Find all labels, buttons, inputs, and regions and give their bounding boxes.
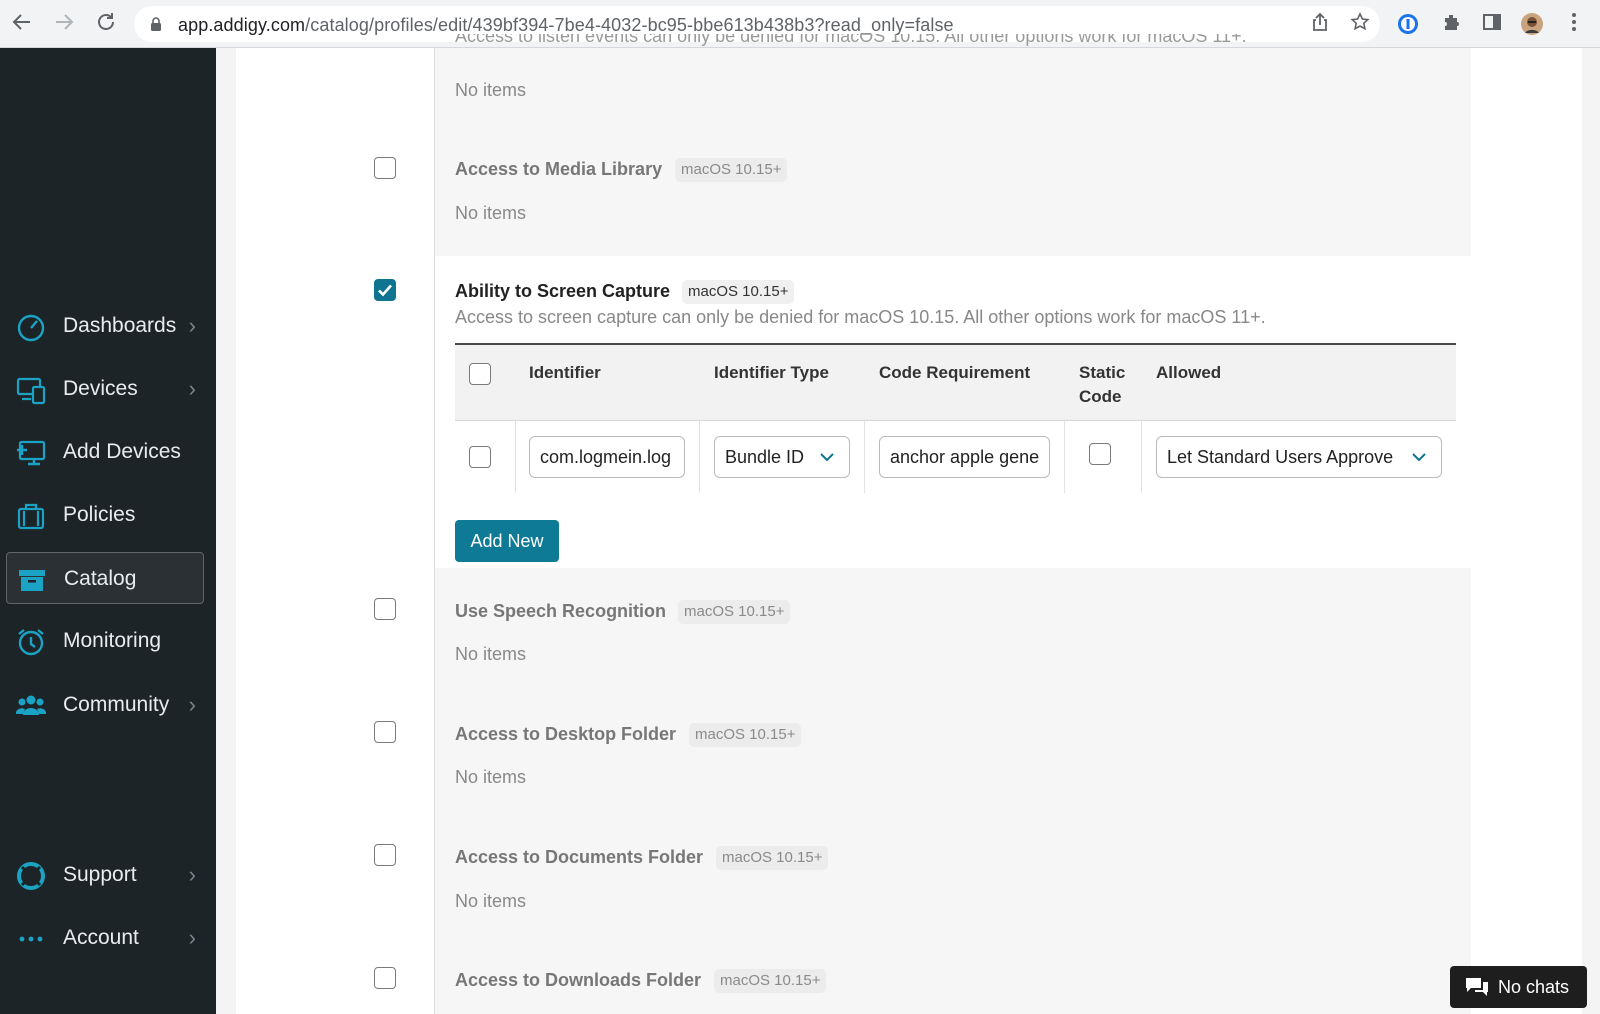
sidebar-item-label: Devices (63, 377, 138, 400)
sidebar-item-label: Add Devices (63, 440, 181, 463)
section-title: Access to Downloads Folder (455, 970, 702, 990)
version-badge: macOS 10.15+ (682, 280, 795, 304)
version-badge: macOS 10.15+ (678, 600, 791, 624)
screen-capture-table: Identifier Identifier Type Code Requirem… (455, 343, 1456, 493)
profile-editor-panel (236, 48, 1582, 1014)
sidebar-item-add-devices[interactable]: Add Devices (6, 426, 204, 478)
lifebuoy-icon (17, 862, 45, 890)
screen-capture-checkbox[interactable] (374, 279, 396, 301)
side-panel-icon[interactable] (1480, 12, 1504, 36)
checkmark-icon (378, 284, 392, 297)
media-library-checkbox[interactable] (374, 157, 396, 179)
column-header[interactable]: Static Code (1079, 361, 1125, 409)
section-title: Access to Media Library (455, 159, 663, 179)
sidebar-item-monitoring[interactable]: Monitoring (6, 615, 204, 667)
sidebar-item-devices[interactable]: Devices › (6, 363, 204, 415)
chevron-right-icon: › (188, 862, 196, 887)
add-new-button[interactable]: Add New (455, 520, 559, 562)
desktop-folder-checkbox[interactable] (374, 721, 396, 743)
chat-widget-button[interactable]: No chats (1450, 966, 1587, 1008)
sidebar-item-label: Account (63, 926, 139, 949)
share-icon[interactable] (1308, 12, 1332, 36)
section-title: Use Speech Recognition (455, 601, 667, 621)
sidebar-item-account[interactable]: Account › (6, 912, 204, 964)
chevron-right-icon: › (188, 313, 196, 338)
divider (434, 48, 435, 1014)
password-manager-icon[interactable] (1396, 12, 1420, 36)
identifier-type-select[interactable]: Bundle ID (714, 436, 850, 478)
lock-icon (151, 17, 161, 31)
version-badge: macOS 10.15+ (675, 158, 788, 182)
no-items-text: No items (455, 203, 527, 223)
add-device-icon (17, 440, 46, 466)
sidebar-item-label: Catalog (64, 567, 137, 590)
main-content (216, 48, 1600, 1014)
section-description: Access to screen capture can only be den… (455, 307, 1266, 327)
forward-icon[interactable] (50, 10, 78, 38)
column-header[interactable]: Allowed (1156, 361, 1221, 385)
catalog-icon (19, 570, 45, 591)
no-items-text: No items (455, 891, 527, 911)
extensions-icon[interactable] (1440, 12, 1464, 36)
table-row: com.logmein.log Bundle ID anchor apple g… (455, 421, 1456, 493)
chevron-right-icon: › (188, 376, 196, 401)
section-title: Access to Desktop Folder (455, 724, 677, 744)
section-bg-lower (435, 568, 1471, 1014)
column-header[interactable]: Identifier (529, 361, 601, 385)
sidebar-item-dashboards[interactable]: Dashboards › (6, 300, 204, 352)
identifier-input[interactable]: com.logmein.log (529, 436, 685, 478)
section-title: Ability to Screen Capture (455, 281, 671, 301)
row-checkbox[interactable] (469, 446, 491, 468)
section-bg-media (435, 48, 1471, 256)
table-header: Identifier Identifier Type Code Requirem… (455, 343, 1456, 421)
sidebar-item-label: Dashboards (63, 314, 177, 337)
downloads-folder-checkbox[interactable] (374, 967, 396, 989)
no-items-text: No items (455, 80, 527, 100)
sidebar-item-policies[interactable]: Policies (6, 489, 204, 541)
allowed-select[interactable]: Let Standard Users Approve (1156, 436, 1442, 478)
static-code-checkbox[interactable] (1089, 443, 1111, 465)
sidebar-item-catalog[interactable]: Catalog (6, 552, 204, 604)
sidebar-item-label: Community (63, 693, 170, 716)
chevron-down-icon (1412, 453, 1426, 462)
sidebar-item-label: Policies (63, 503, 136, 526)
chevron-right-icon: › (188, 692, 196, 717)
star-icon[interactable] (1348, 12, 1372, 36)
users-icon (16, 695, 46, 715)
chevron-down-icon (820, 453, 834, 462)
profile-avatar[interactable] (1520, 12, 1544, 36)
sidebar-item-label: Monitoring (63, 629, 162, 652)
alarm-clock-icon (18, 629, 44, 656)
sidebar: Dashboards › Devices › Add Devices Polic… (0, 48, 216, 1014)
no-items-text: No items (455, 767, 527, 787)
menu-kebab-icon[interactable] (1562, 12, 1586, 36)
devices-icon (16, 377, 46, 405)
reload-icon[interactable] (92, 10, 120, 38)
gauge-icon (17, 314, 45, 342)
back-icon[interactable] (8, 10, 36, 38)
sidebar-item-label: Support (63, 863, 137, 886)
section-title: Access to Documents Folder (455, 847, 704, 867)
version-badge: macOS 10.15+ (716, 846, 829, 870)
url-text: app.addigy.com/catalog/profiles/edit/439… (178, 15, 954, 35)
code-requirement-input[interactable]: anchor apple gene (879, 436, 1050, 478)
version-badge: macOS 10.15+ (714, 969, 827, 993)
chat-bubbles-icon (1466, 978, 1488, 996)
chevron-right-icon: › (188, 925, 196, 950)
documents-folder-checkbox[interactable] (374, 844, 396, 866)
briefcase-icon (17, 503, 45, 530)
version-badge: macOS 10.15+ (689, 723, 802, 747)
column-header[interactable]: Code Requirement (879, 361, 1030, 385)
no-items-text: No items (455, 644, 527, 664)
select-all-checkbox[interactable] (469, 363, 491, 385)
dots-icon (19, 936, 43, 942)
sidebar-item-support[interactable]: Support › (6, 849, 204, 901)
listen-events-description: Access to listen events can only be deni… (455, 34, 1247, 46)
sidebar-item-community[interactable]: Community › (6, 679, 204, 731)
column-header[interactable]: Identifier Type (714, 361, 829, 385)
speech-recognition-checkbox[interactable] (374, 598, 396, 620)
